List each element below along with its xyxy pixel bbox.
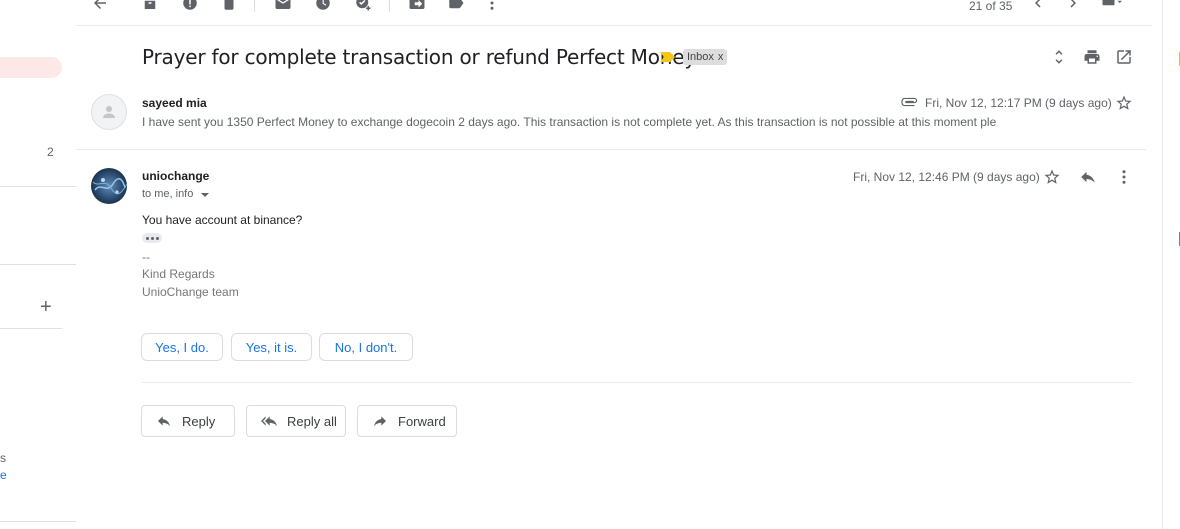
more-vert-icon[interactable] [482, 0, 502, 13]
archive-icon[interactable] [140, 0, 160, 13]
report-spam-icon[interactable] [180, 0, 200, 13]
reply-all-button[interactable]: Reply all [246, 405, 346, 437]
sidebar-active-item[interactable] [0, 57, 62, 78]
print-icon[interactable] [1082, 47, 1102, 67]
reply-icon[interactable] [1078, 167, 1098, 187]
reply-all-icon [261, 416, 277, 427]
reply-button[interactable]: Reply [141, 405, 235, 437]
message-toolbar: 21 of 35 [76, 0, 1152, 26]
message-body: You have account at binance? [142, 213, 303, 227]
snooze-icon[interactable] [313, 0, 333, 13]
forward-icon [374, 416, 386, 427]
inbox-label-text: Inbox [687, 51, 714, 63]
back-arrow-icon[interactable] [90, 0, 110, 13]
smart-reply-button[interactable]: No, I don't. [319, 333, 413, 361]
message-sender[interactable]: uniochange [142, 169, 209, 183]
keyboard-icon[interactable] [1098, 0, 1128, 13]
sidebar-divider [0, 264, 76, 265]
forward-label: Forward [398, 413, 446, 429]
sidebar-link-fragment[interactable]: e [0, 468, 7, 482]
sender-photo [91, 168, 127, 204]
signature-line: Kind Regards [142, 267, 215, 281]
message-sender[interactable]: sayeed mia [142, 96, 207, 110]
side-panel-rail [1162, 0, 1180, 529]
sidebar-divider [0, 328, 62, 329]
reply-label: Reply [182, 413, 216, 429]
show-trimmed-content-button[interactable] [142, 233, 162, 243]
left-sidebar: 2 + s e [0, 0, 76, 529]
sidebar-unread-count: 2 [47, 145, 54, 159]
move-to-icon[interactable] [407, 0, 427, 13]
importance-marker-icon[interactable] [660, 52, 676, 62]
remove-label-icon[interactable]: x [718, 49, 724, 65]
message-date: Fri, Nov 12, 12:46 PM (9 days ago) [853, 170, 1040, 184]
message-divider [76, 149, 1146, 150]
add-label-icon[interactable]: + [40, 297, 52, 317]
message-snippet[interactable]: I have sent you 1350 Perfect Money to ex… [142, 115, 1012, 129]
message-date: Fri, Nov 12, 12:17 PM (9 days ago) [925, 96, 1112, 110]
labels-icon[interactable] [446, 0, 466, 13]
toolbar-separator [389, 0, 390, 12]
message-footer-divider [142, 382, 1132, 383]
newer-chevron-icon[interactable] [1028, 0, 1048, 13]
page-count: 21 of 35 [969, 0, 1013, 13]
smart-reply-button[interactable]: Yes, I do. [141, 333, 223, 361]
default-avatar-icon [103, 106, 115, 118]
reply-icon [158, 416, 170, 427]
signature-separator: -- [142, 250, 150, 264]
avatar[interactable] [91, 94, 127, 130]
reply-all-label: Reply all [287, 413, 337, 429]
smart-reply-button[interactable]: Yes, it is. [231, 333, 312, 361]
mark-unread-icon[interactable] [273, 0, 293, 13]
recipients-toggle[interactable]: to me, info [142, 188, 210, 200]
chevron-down-icon [201, 193, 210, 197]
open-in-new-window-icon[interactable] [1114, 47, 1134, 67]
star-icon[interactable] [1042, 167, 1062, 187]
toolbar-separator [254, 0, 255, 12]
inbox-label-badge: Inbox x [683, 49, 728, 65]
avatar[interactable] [91, 168, 127, 204]
attachment-icon [901, 97, 918, 107]
older-chevron-icon[interactable] [1063, 0, 1083, 13]
more-vert-icon[interactable] [1114, 167, 1134, 187]
star-icon[interactable] [1114, 93, 1134, 113]
sidebar-text-fragment: s [0, 451, 6, 465]
sidebar-divider [0, 186, 76, 187]
signature-line: UnioChange team [142, 285, 239, 299]
forward-button[interactable]: Forward [357, 405, 457, 437]
recipients-text: to me, info [142, 188, 194, 200]
add-to-tasks-icon[interactable] [353, 0, 373, 13]
delete-icon[interactable] [219, 0, 239, 13]
sidebar-divider [0, 521, 76, 522]
expand-all-icon[interactable] [1049, 47, 1069, 67]
thread-subject: Prayer for complete transaction or refun… [142, 45, 700, 69]
